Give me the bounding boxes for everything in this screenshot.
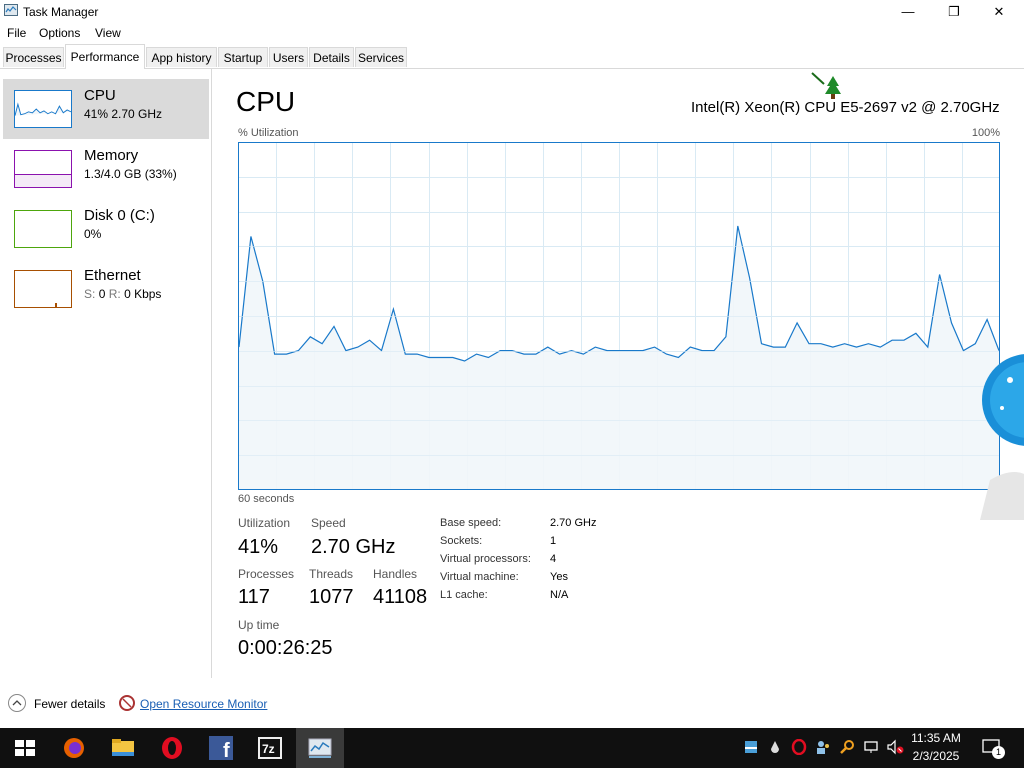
clock-date[interactable]: 2/3/2025 — [905, 749, 967, 763]
l1-cache-value: N/A — [550, 589, 569, 601]
uptime-label: Up time — [238, 618, 280, 632]
ethernet-thumbnail-graph — [14, 270, 72, 308]
sidebar-disk-name: Disk 0 (C:) — [84, 207, 155, 224]
processes-value: 117 — [238, 586, 270, 608]
close-button[interactable]: ✕ — [976, 0, 1022, 23]
processes-label: Processes — [238, 567, 295, 581]
tab-processes[interactable]: Processes — [3, 47, 64, 67]
utilization-value: 41% — [238, 536, 279, 558]
tab-app-history[interactable]: App history — [146, 47, 217, 67]
menu-options[interactable]: Options — [39, 26, 80, 40]
base-speed-value: 2.70 GHz — [550, 517, 597, 529]
memory-thumbnail-graph — [14, 150, 72, 188]
tab-users[interactable]: Users — [269, 47, 308, 67]
sidebar-memory-name: Memory — [84, 147, 139, 164]
7zip-icon[interactable]: 7z — [257, 736, 283, 760]
resource-monitor-icon — [119, 695, 135, 711]
sidebar-item-memory[interactable]: Memory 1.3/4.0 GB (33%) — [3, 139, 209, 199]
tab-startup[interactable]: Startup — [218, 47, 268, 67]
graph-y-label: % Utilization — [238, 127, 299, 139]
sockets-value: 1 — [550, 535, 557, 547]
speaker-muted-icon[interactable] — [886, 739, 904, 755]
page-title: CPU — [236, 86, 296, 117]
disk-thumbnail-graph — [14, 210, 72, 248]
minimize-button[interactable]: — — [885, 0, 931, 23]
window-title: Task Manager — [23, 5, 99, 19]
sidebar-ethernet-name: Ethernet — [84, 267, 141, 284]
base-speed-key: Base speed: — [440, 517, 502, 529]
notification-icon[interactable]: 1 — [982, 738, 1005, 759]
virtual-machine-key: Virtual machine: — [440, 571, 519, 583]
title-bar: Task Manager — ❐ ✕ — [0, 0, 1024, 23]
l1-cache-key: L1 cache: — [440, 589, 488, 601]
drop-icon[interactable] — [767, 739, 783, 755]
fewer-details-button[interactable]: Fewer details — [34, 697, 105, 711]
sidebar-memory-sub: 1.3/4.0 GB (33%) — [84, 167, 177, 181]
utilization-label: Utilization — [238, 516, 291, 530]
sidebar-item-cpu[interactable]: CPU 41% 2.70 GHz — [3, 79, 209, 139]
menu-bar: File Options View — [0, 23, 1024, 43]
chevron-up-icon[interactable] — [8, 694, 26, 712]
cpu-thumbnail-graph — [14, 90, 72, 128]
svg-text:7z: 7z — [262, 742, 275, 756]
handles-value: 41108 — [373, 586, 428, 608]
firefox-icon[interactable] — [61, 736, 87, 760]
svg-text:f: f — [223, 740, 230, 760]
ethernet-receive-value: 0 Kbps — [124, 287, 162, 301]
threads-value: 1077 — [309, 586, 354, 608]
christmas-tree-icon — [811, 72, 841, 99]
sidebar-item-disk[interactable]: Disk 0 (C:) 0% — [3, 199, 209, 259]
task-manager-icon[interactable] — [307, 736, 333, 760]
windows-start-icon[interactable] — [12, 736, 38, 760]
clock-time[interactable]: 11:35 AM — [905, 731, 967, 745]
open-resource-monitor-link[interactable]: Open Resource Monitor — [140, 697, 267, 711]
sidebar-disk-sub: 0% — [84, 227, 102, 241]
handles-label: Handles — [373, 567, 418, 581]
maximize-button[interactable]: ❐ — [931, 0, 977, 23]
display-icon[interactable] — [863, 739, 879, 755]
facebook-icon[interactable]: f — [208, 736, 234, 760]
uptime-value: 0:00:26:25 — [238, 637, 333, 659]
cpu-utilization-graph — [238, 142, 1000, 490]
tab-performance[interactable]: Performance — [65, 44, 145, 69]
file-explorer-icon[interactable] — [110, 736, 136, 760]
virtual-processors-key: Virtual processors: — [440, 553, 531, 565]
people-icon[interactable] — [815, 739, 831, 755]
menu-view[interactable]: View — [95, 26, 121, 40]
tab-services[interactable]: Services — [355, 47, 407, 67]
network-icon[interactable] — [743, 739, 759, 755]
sidebar-cpu-sub: 41% 2.70 GHz — [84, 107, 163, 121]
tab-details[interactable]: Details — [309, 47, 354, 67]
sidebar-item-ethernet[interactable]: Ethernet S: 0 R: 0 Kbps — [3, 259, 209, 319]
sidebar-cpu-name: CPU — [84, 87, 116, 104]
ethernet-send-label: S: — [84, 287, 96, 301]
graph-y-max-label: 100% — [971, 127, 1000, 139]
speed-label: Speed — [311, 516, 346, 530]
threads-label: Threads — [309, 567, 354, 581]
virtual-processors-value: 4 — [550, 553, 557, 565]
sidebar-ethernet-sub: S: 0 R: 0 Kbps — [84, 287, 161, 301]
graph-x-label: 60 seconds — [238, 493, 295, 505]
snow-globe-icon — [980, 354, 1024, 520]
menu-file[interactable]: File — [7, 26, 26, 40]
opera-icon[interactable] — [159, 736, 185, 760]
opera-tray-icon[interactable] — [791, 739, 807, 755]
task-manager-app-icon — [4, 4, 18, 16]
virtual-machine-value: Yes — [550, 571, 568, 583]
sidebar-divider — [211, 68, 212, 678]
notification-count: 1 — [992, 746, 1005, 759]
search-tray-icon[interactable] — [839, 739, 855, 755]
speed-value: 2.70 GHz — [311, 536, 396, 558]
ethernet-send-value: 0 — [98, 287, 106, 301]
tab-bar: Processes Performance App history Startu… — [0, 44, 1024, 69]
ethernet-receive-label: R: — [108, 287, 121, 301]
sockets-key: Sockets: — [440, 535, 483, 547]
